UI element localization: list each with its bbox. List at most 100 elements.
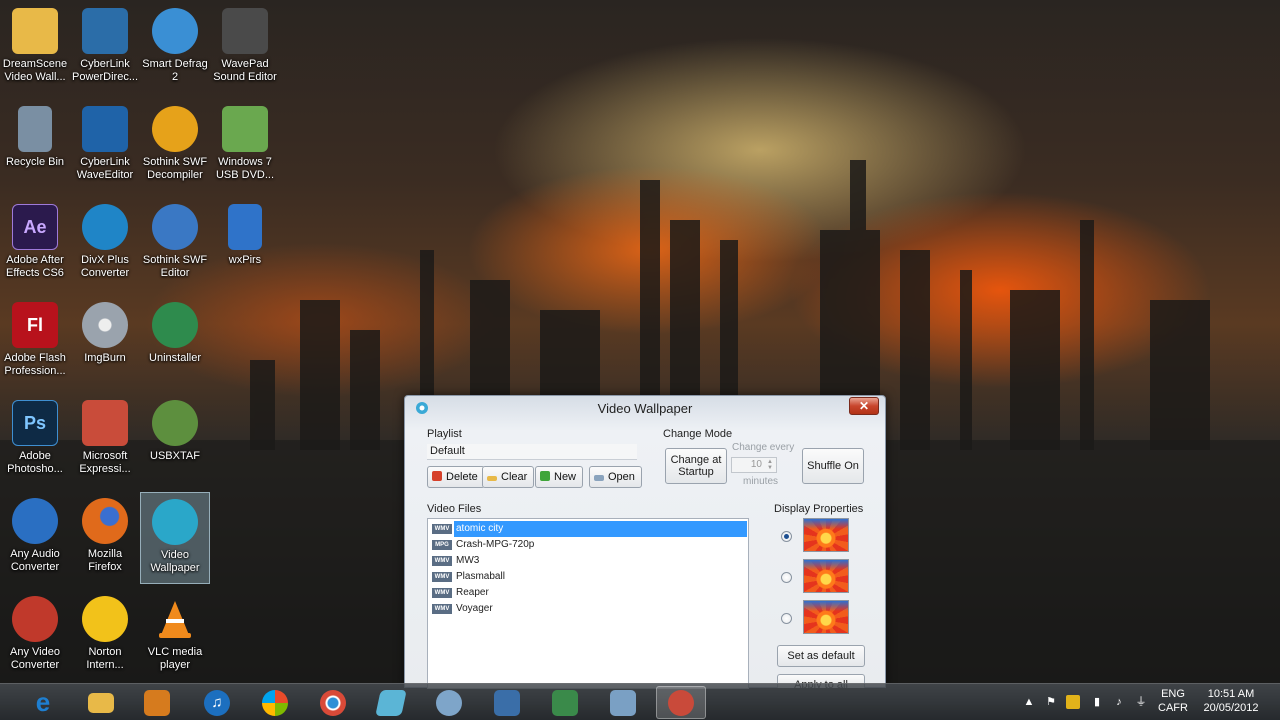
- usb-dvd-tool-icon: [222, 106, 268, 152]
- desktop-icon-imgburn[interactable]: ImgBurn: [70, 296, 140, 388]
- file-type-badge: WMV: [432, 572, 452, 582]
- open-label: Open: [608, 471, 635, 483]
- desktop-icon-label: Sothink SWF Decompiler: [142, 156, 208, 181]
- display-option-center-radio[interactable]: [781, 613, 792, 624]
- network-signal-icon[interactable]: ▮: [1090, 695, 1104, 709]
- taskbar-notepad[interactable]: [366, 686, 416, 719]
- new-button[interactable]: New: [535, 466, 584, 488]
- desktop-icon-smart-defrag[interactable]: Smart Defrag 2: [140, 2, 210, 94]
- file-name: MW3: [456, 555, 480, 566]
- change-every-spinner[interactable]: 10 ▲ ▼: [731, 457, 777, 473]
- display-option-fit-radio[interactable]: [781, 572, 792, 583]
- desktop-icon-video-converter[interactable]: Any Video Converter: [0, 590, 70, 682]
- list-item[interactable]: WMV atomic city: [432, 521, 747, 537]
- security-shield-icon[interactable]: [1066, 695, 1080, 709]
- taskbar-media-center[interactable]: [132, 686, 182, 719]
- usbxtaf-icon: [152, 400, 198, 446]
- show-hidden-icons-chevron-icon[interactable]: ▲: [1022, 695, 1036, 709]
- video-wallpaper-icon: [152, 499, 198, 545]
- clock[interactable]: 10:51 AM 20/05/2012: [1196, 687, 1266, 715]
- delete-button[interactable]: Delete: [427, 466, 485, 488]
- desktop-icon-usbxtaf[interactable]: USBXTAF: [140, 394, 210, 486]
- desktop-icon-recycle-bin[interactable]: Recycle Bin: [0, 100, 70, 192]
- taskbar-itunes[interactable]: ♫: [192, 686, 242, 719]
- taskbar-internet-explorer[interactable]: e: [18, 686, 68, 719]
- file-type-badge: WMV: [432, 588, 452, 598]
- display-option-stretch-radio[interactable]: [781, 531, 792, 542]
- window-titlebar[interactable]: Video Wallpaper ✕: [405, 396, 885, 422]
- desktop-icon-flash[interactable]: Fl Adobe Flash Profession...: [0, 296, 70, 388]
- vlc-icon: [152, 596, 198, 642]
- desktop-icon-label: DreamScene Video Wall...: [2, 58, 68, 83]
- action-center-flag-icon[interactable]: ⚑: [1044, 695, 1058, 709]
- set-as-default-button[interactable]: Set as default: [777, 645, 865, 667]
- desktop-icon-expression[interactable]: Microsoft Expressi...: [70, 394, 140, 486]
- list-item[interactable]: WMV Plasmaball: [428, 569, 748, 585]
- desktop-icon-label: DivX Plus Converter: [80, 254, 130, 279]
- power-plug-icon[interactable]: ⏚: [1134, 695, 1148, 709]
- desktop-icon-norton[interactable]: Norton Intern...: [70, 590, 140, 682]
- shuffle-button[interactable]: Shuffle On: [802, 448, 864, 484]
- desktop-icon-label: Video Wallpaper: [150, 549, 200, 574]
- file-type-badge: MPG: [432, 540, 452, 550]
- wavepad-icon: [222, 8, 268, 54]
- desktop-icon-label: Sothink SWF Editor: [142, 254, 208, 279]
- desktop-icon-sothink-decompiler[interactable]: Sothink SWF Decompiler: [140, 100, 210, 192]
- desktop-icon-audio-converter[interactable]: Any Audio Converter: [0, 492, 70, 584]
- file-name: Plasmaball: [456, 571, 505, 582]
- desktop-icon-usb-dvd-tool[interactable]: Windows 7 USB DVD...: [210, 100, 280, 192]
- taskbar-calculator[interactable]: [482, 686, 532, 719]
- video-files-label: Video Files: [427, 503, 482, 515]
- media-center-icon: [144, 689, 170, 716]
- spinner-arrows-icon[interactable]: ▲ ▼: [765, 459, 775, 471]
- close-button[interactable]: ✕: [849, 397, 879, 415]
- desktop-icon-uninstaller[interactable]: Uninstaller: [140, 296, 210, 388]
- desktop-icon-photoshop[interactable]: Ps Adobe Photosho...: [0, 394, 70, 486]
- taskbar-video-wallpaper[interactable]: [656, 686, 706, 719]
- itunes-icon: ♫: [204, 689, 230, 716]
- taskbar-paint[interactable]: [424, 686, 474, 719]
- desktop-icon-vlc[interactable]: VLC media player: [140, 590, 210, 682]
- change-at-startup-button[interactable]: Change at Startup: [665, 448, 727, 484]
- desktop-icon-firefox[interactable]: Mozilla Firefox: [70, 492, 140, 584]
- paint-icon: [436, 689, 462, 716]
- clear-button[interactable]: Clear: [482, 466, 535, 488]
- desktop-icon-wxpirs[interactable]: wxPirs: [210, 198, 280, 290]
- taskbar-windows-store[interactable]: [250, 686, 300, 719]
- change-mode-label: Change Mode: [663, 428, 733, 440]
- taskbar-chrome[interactable]: [308, 686, 358, 719]
- taskbar-control-panel[interactable]: [598, 686, 648, 719]
- display-thumbnail-fit: [803, 559, 849, 593]
- desktop-icon-label: CyberLink PowerDirec...: [71, 58, 139, 83]
- taskbar-file-explorer[interactable]: [76, 686, 126, 719]
- list-item[interactable]: MPG Crash-MPG-720p: [428, 537, 748, 553]
- audio-converter-icon: [12, 498, 58, 544]
- volume-icon[interactable]: ♪: [1112, 695, 1126, 709]
- desktop-icon-wavepad[interactable]: WavePad Sound Editor: [210, 2, 280, 94]
- display-properties-label: Display Properties: [774, 503, 864, 515]
- desktop-icon-dreamscene[interactable]: DreamScene Video Wall...: [0, 2, 70, 94]
- playlist-label: Playlist: [427, 428, 462, 440]
- smart-defrag-icon: [152, 8, 198, 54]
- list-item[interactable]: WMV MW3: [428, 553, 748, 569]
- desktop-icon-label: Any Audio Converter: [10, 548, 60, 573]
- imgburn-icon: [82, 302, 128, 348]
- language-indicator[interactable]: ENG CAFR: [1156, 687, 1190, 715]
- windows-store-icon: [262, 689, 288, 716]
- desktop-icon-video-wallpaper[interactable]: Video Wallpaper: [140, 492, 210, 584]
- delete-icon: [432, 471, 442, 481]
- open-button[interactable]: Open: [589, 466, 642, 488]
- video-files-list[interactable]: WMV atomic city MPG Crash-MPG-720p WMV M…: [427, 518, 749, 689]
- desktop-icon-powerdirector[interactable]: CyberLink PowerDirec...: [70, 2, 140, 94]
- keyboard-layout: CAFR: [1158, 702, 1188, 714]
- playlist-dropdown[interactable]: Default: [427, 444, 637, 460]
- list-item[interactable]: WMV Voyager: [428, 601, 748, 617]
- desktop-icon-waveeditor[interactable]: CyberLink WaveEditor: [70, 100, 140, 192]
- list-item[interactable]: WMV Reaper: [428, 585, 748, 601]
- delete-label: Delete: [446, 471, 478, 483]
- desktop-icon-divx[interactable]: DivX Plus Converter: [70, 198, 140, 290]
- desktop-icon-after-effects[interactable]: Ae Adobe After Effects CS6: [0, 198, 70, 290]
- spreadsheet-icon: [552, 689, 578, 716]
- taskbar-spreadsheet[interactable]: [540, 686, 590, 719]
- desktop-icon-sothink-editor[interactable]: Sothink SWF Editor: [140, 198, 210, 290]
